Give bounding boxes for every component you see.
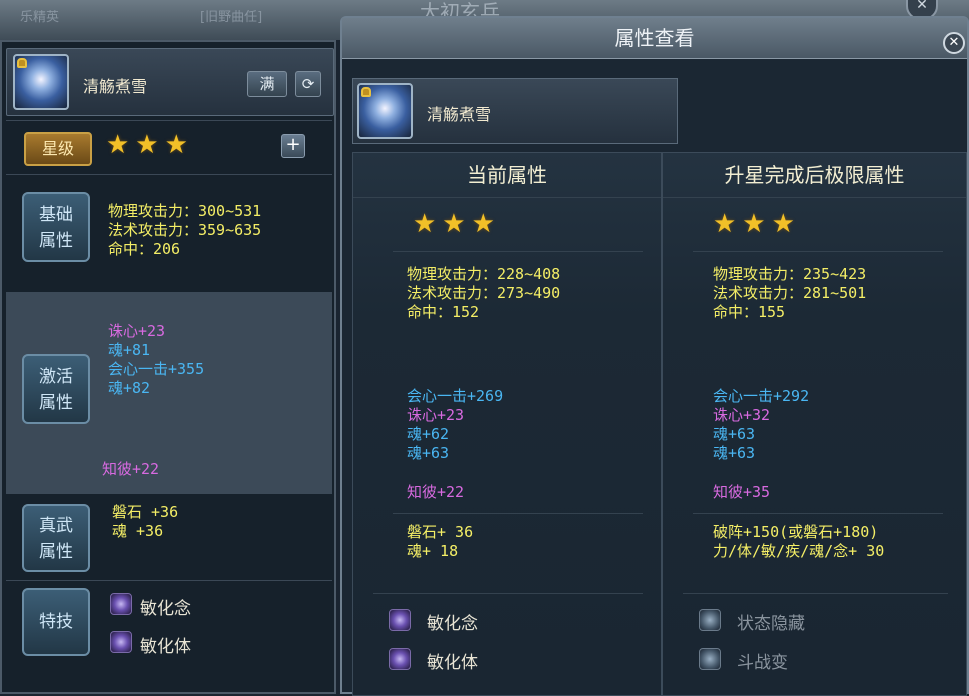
divider — [693, 251, 943, 252]
activated-stat: 会心一击+269 — [407, 387, 504, 405]
activated-stat: 诛心+32 — [713, 406, 771, 424]
activated-stat: 魂+81 — [108, 341, 151, 359]
lock-icon — [17, 58, 27, 68]
background-ghost-text-right: [旧野曲任] — [200, 10, 263, 25]
true-martial-label-line2: 属性 — [39, 542, 73, 562]
max-attributes-header: 升星完成后极限属性 — [663, 153, 966, 198]
skill-icon-disabled[interactable] — [699, 648, 721, 670]
attribute-view-window: 属性查看 ✕ 清觞煮雪 当前属性 ★★★ 物理攻击力：228~408 法术攻击力… — [340, 16, 969, 696]
divider — [393, 251, 643, 252]
skill-name: 斗战变 — [737, 653, 788, 673]
skill-name: 敏化念 — [140, 599, 191, 619]
true-martial-label-line1: 真武 — [39, 516, 73, 536]
basic-attributes-button[interactable]: 基础 属性 — [22, 192, 90, 262]
stat-accuracy: 命中：152 — [407, 303, 480, 321]
activated-stat: 诛心+23 — [407, 406, 465, 424]
item-icon[interactable] — [357, 83, 413, 139]
activated-stat: 魂+63 — [407, 444, 450, 462]
star-rating: ★★★ — [713, 209, 801, 239]
skill-icon[interactable] — [110, 631, 132, 653]
activated-stat: 魂+62 — [407, 425, 450, 443]
activated-attributes-button[interactable]: 激活 属性 — [22, 354, 90, 424]
divider — [373, 593, 643, 594]
special-skills-button[interactable]: 特技 — [22, 588, 90, 656]
divider — [393, 513, 643, 514]
item-name: 清觞煮雪 — [83, 77, 148, 96]
upgrade-star-button[interactable]: + — [281, 134, 305, 158]
divider — [6, 120, 332, 121]
lock-icon — [361, 87, 371, 97]
refresh-icon[interactable]: ⟳ — [295, 71, 321, 97]
divider — [683, 593, 948, 594]
basic-label-line1: 基础 — [39, 205, 73, 225]
true-martial-attributes-button[interactable]: 真武 属性 — [22, 504, 90, 572]
true-martial-stat: 磐石 +36 — [112, 503, 179, 521]
star-rating: ★★★ — [106, 130, 194, 160]
basic-label-line2: 属性 — [39, 231, 73, 251]
skill-icon-disabled[interactable] — [699, 609, 721, 631]
stat-accuracy: 命中：155 — [713, 303, 786, 321]
current-attributes-column: 当前属性 ★★★ 物理攻击力：228~408 法术攻击力：273~490 命中：… — [352, 152, 662, 696]
activated-stat: 会心一击+292 — [713, 387, 810, 405]
activated-label-line1: 激活 — [39, 367, 73, 387]
divider — [6, 174, 332, 175]
skill-name: 敏化念 — [427, 614, 478, 634]
skill-name: 敏化体 — [140, 637, 191, 657]
close-button[interactable]: ✕ — [943, 32, 965, 54]
basic-stat-magic-attack: 法术攻击力：359~635 — [108, 221, 262, 239]
max-attributes-column: 升星完成后极限属性 ★★★ 物理攻击力：235~423 法术攻击力：281~50… — [662, 152, 967, 696]
stat-physical-attack: 物理攻击力：235~423 — [713, 265, 867, 283]
activated-stat: 诛心+23 — [108, 322, 166, 340]
activated-stat-extra: 知彼+22 — [102, 460, 160, 478]
basic-stat-physical-attack: 物理攻击力：300~531 — [108, 202, 262, 220]
skill-icon[interactable] — [389, 609, 411, 631]
true-martial-stat: 魂+ 18 — [407, 542, 459, 560]
true-martial-stat: 破阵+150(或磐石+180) — [713, 523, 879, 541]
true-martial-stat: 磐石+ 36 — [407, 523, 474, 541]
max-level-button[interactable]: 满 — [247, 71, 287, 97]
divider — [693, 513, 943, 514]
skill-name: 状态隐藏 — [737, 614, 805, 634]
item-header: 清觞煮雪 — [352, 78, 678, 144]
stat-physical-attack: 物理攻击力：228~408 — [407, 265, 561, 283]
stat-magic-attack: 法术攻击力：273~490 — [407, 284, 561, 302]
background-ghost-text-left: 乐精英 — [20, 10, 60, 25]
current-attributes-header: 当前属性 — [353, 153, 661, 198]
skill-icon[interactable] — [110, 593, 132, 615]
skill-name: 敏化体 — [427, 653, 478, 673]
star-rating: ★★★ — [413, 209, 501, 239]
equipment-detail-panel: 清觞煮雪 满 ⟳ 星级 ★★★ + 基础 属性 物理攻击力：300~531 法术… — [0, 40, 336, 694]
item-icon[interactable] — [13, 54, 69, 110]
activated-stat: 会心一击+355 — [108, 360, 205, 378]
true-martial-stat: 力/体/敏/疾/魂/念+ 30 — [713, 542, 885, 560]
item-name: 清觞煮雪 — [427, 105, 492, 124]
activated-stat: 魂+82 — [108, 379, 151, 397]
item-header: 清觞煮雪 满 ⟳ — [6, 48, 334, 116]
skill-icon[interactable] — [389, 648, 411, 670]
stat-magic-attack: 法术攻击力：281~501 — [713, 284, 867, 302]
star-level-badge: 星级 — [24, 132, 92, 166]
basic-stat-accuracy: 命中：206 — [108, 240, 181, 258]
activated-stat-extra: 知彼+22 — [407, 483, 465, 501]
divider — [6, 580, 332, 581]
window-title: 属性查看 — [342, 18, 967, 59]
activated-stat-extra: 知彼+35 — [713, 483, 771, 501]
activated-stat: 魂+63 — [713, 425, 756, 443]
activated-stat: 魂+63 — [713, 444, 756, 462]
true-martial-stat: 魂 +36 — [112, 522, 164, 540]
activated-label-line2: 属性 — [39, 393, 73, 413]
